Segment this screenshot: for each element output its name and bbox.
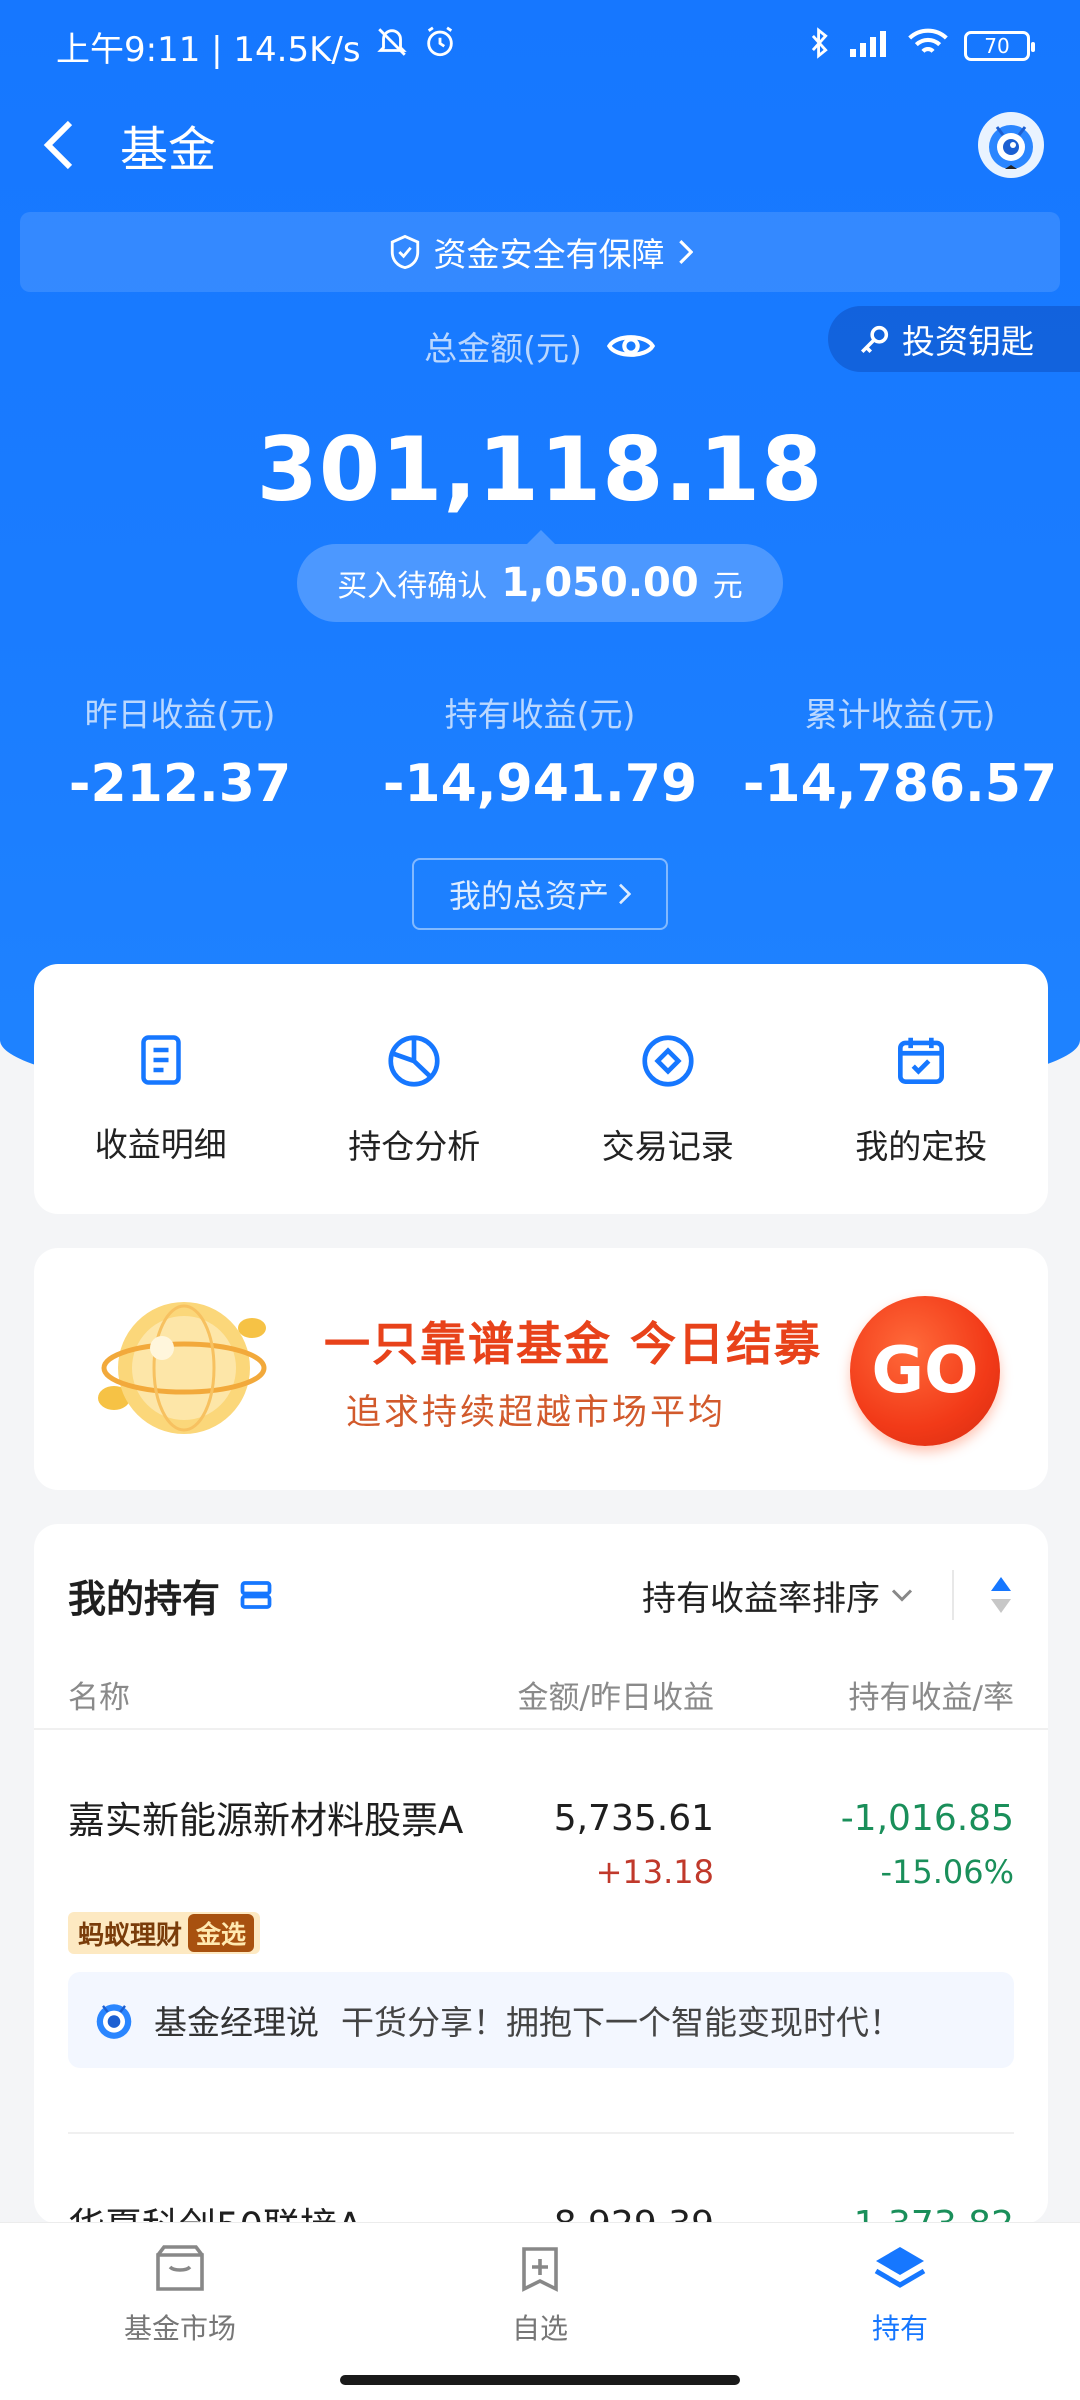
badge-tag: 金选 — [188, 1914, 255, 1952]
promo-banner[interactable]: 一只靠谱基金 今日结募 追求持续超越市场平均 GO — [34, 1248, 1048, 1490]
page-title: 基金 — [120, 122, 217, 178]
manager-source: 基金经理说 — [154, 2003, 319, 2042]
stat-value: -212.37 — [68, 754, 292, 814]
back-button[interactable] — [0, 100, 120, 190]
stat-yesterday-earnings[interactable]: 昨日收益(元) -212.37 — [0, 688, 360, 814]
stat-value: -14,941.79 — [382, 754, 698, 814]
earnings-stats: 昨日收益(元) -212.37 持有收益(元) -14,941.79 累计收益(… — [0, 688, 1080, 814]
add-bookmark-icon — [522, 2247, 558, 2292]
golden-globe-coins-illustration — [98, 1302, 267, 1434]
stat-label: 持有收益(元) — [444, 695, 636, 734]
mascot-icon — [96, 2004, 132, 2039]
ant-wealth-gold-badge: 蚂蚁理财 金选 — [68, 1912, 261, 1954]
stat-label: 累计收益(元) — [804, 695, 996, 734]
chevron-right-icon — [678, 240, 693, 264]
action-earnings-detail[interactable]: 收益明细 — [34, 964, 288, 1214]
fund-manager-says-banner[interactable]: 基金经理说 干货分享！拥抱下一个智能变现时代！ — [68, 1972, 1014, 2068]
fund-safety-banner[interactable]: 资金安全有保障 — [20, 212, 1060, 292]
go-button[interactable]: GO — [850, 1296, 1000, 1446]
quick-actions-card: 收益明细 持仓分析 交易记录 我的定投 — [34, 964, 1048, 1214]
signal-icon — [848, 27, 892, 66]
fund-holdings-screen: 上午9:11 | 14.5K/s 70 基金 资金安全有保障 投资钥匙 总金额(… — [0, 0, 1080, 2400]
document-icon — [141, 1035, 181, 1085]
status-time: 上午9:11 | 14.5K/s — [56, 29, 361, 70]
pending-buy-confirmation[interactable]: 买入待确认 1,050.00 元 — [297, 530, 783, 622]
tab-label: 持有 — [871, 2312, 928, 2345]
wifi-icon — [908, 27, 948, 66]
divider — [68, 2132, 1014, 2134]
total-assets-label: 我的总资产 — [448, 877, 609, 915]
stat-cumulative-earnings[interactable]: 累计收益(元) -14,786.57 — [720, 688, 1080, 814]
fund-holding-return: -1,016.85 — [840, 1798, 1014, 1839]
layers-icon — [874, 2247, 926, 2288]
total-amount-label-row: 总金额(元) — [0, 322, 1080, 370]
pie-chart-icon — [388, 1035, 440, 1087]
diamond-circle-icon — [642, 1035, 694, 1087]
safety-banner-text: 资金安全有保障 — [433, 235, 665, 274]
eye-icon[interactable] — [606, 328, 656, 364]
column-name: 名称 — [68, 1680, 130, 1716]
mute-bell-icon — [375, 25, 409, 68]
sort-label: 持有收益率排序 — [642, 1578, 880, 1619]
action-label: 收益明细 — [94, 1125, 227, 1164]
chevron-right-icon — [619, 883, 631, 905]
fund-yesterday-earnings: +13.18 — [595, 1853, 714, 1891]
promo-subtitle: 追求持续超越市场平均 — [346, 1393, 727, 1433]
tab-holdings[interactable]: 持有 — [720, 2223, 1080, 2352]
badge-text: 蚂蚁理财 — [78, 1920, 183, 1951]
bottom-tab-bar: 基金市场 自选 持有 — [0, 2222, 1080, 2352]
action-position-analysis[interactable]: 持仓分析 — [288, 964, 542, 1214]
tab-fund-market[interactable]: 基金市场 — [0, 2223, 360, 2352]
promo-title: 一只靠谱基金 今日结募 — [324, 1317, 823, 1371]
fund-amount: 5,735.61 — [553, 1798, 714, 1839]
list-layout-icon[interactable] — [238, 1579, 274, 1611]
manager-message: 干货分享！拥抱下一个智能变现时代！ — [341, 2003, 902, 2042]
sort-dropdown[interactable]: 持有收益率排序 — [642, 1571, 914, 1620]
chevron-down-icon — [891, 1589, 913, 1602]
stat-label: 昨日收益(元) — [84, 695, 276, 734]
fund-name: 嘉实新能源新材料股票A — [68, 1799, 464, 1842]
stat-holding-earnings[interactable]: 持有收益(元) -14,941.79 — [360, 688, 720, 814]
my-total-assets-button[interactable]: 我的总资产 — [412, 858, 668, 930]
fund-holding-rate: -15.06% — [880, 1853, 1014, 1891]
fund-amount-column: 5,735.61 +13.18 — [554, 1798, 714, 1891]
total-amount-label: 总金额(元) — [424, 329, 582, 368]
holdings-title: 我的持有 — [68, 1576, 221, 1621]
action-label: 交易记录 — [601, 1127, 734, 1166]
divider — [34, 1728, 1048, 1730]
fund-row[interactable]: 嘉实新能源新材料股票A 5,735.61 +13.18 -1,016.85 -1… — [68, 1794, 1014, 1954]
nav-bar: 基金 — [0, 100, 1080, 190]
tab-label: 自选 — [511, 2312, 568, 2345]
market-icon — [156, 2245, 204, 2291]
shield-check-icon — [390, 234, 419, 270]
calendar-check-icon — [898, 1037, 945, 1084]
stat-value: -14,786.57 — [742, 754, 1058, 814]
battery-indicator: 70 — [964, 31, 1035, 61]
action-my-auto-invest[interactable]: 我的定投 — [795, 964, 1049, 1214]
holdings-card: 我的持有 持有收益率排序 名称 金额/昨日收益 持有收益/率 嘉实新能源新材料股… — [34, 1524, 1048, 2240]
alarm-icon — [423, 25, 457, 68]
divider — [952, 1570, 954, 1620]
tab-watchlist[interactable]: 自选 — [360, 2223, 720, 2352]
pending-unit: 元 — [712, 569, 743, 604]
chevron-left-icon — [43, 120, 73, 170]
pending-amount: 1,050.00 — [501, 560, 699, 606]
fund-return-column: -1,016.85 -15.06% — [841, 1798, 1014, 1891]
mascot-assistant-icon[interactable] — [978, 112, 1044, 178]
holdings-column-headers: 名称 金额/昨日收益 持有收益/率 — [68, 1672, 1014, 1722]
column-return: 持有收益/率 — [848, 1680, 1014, 1716]
column-amount: 金额/昨日收益 — [517, 1680, 714, 1716]
tab-label: 基金市场 — [123, 2312, 236, 2345]
home-indicator[interactable] — [340, 2375, 740, 2385]
action-label: 持仓分析 — [348, 1127, 481, 1166]
sort-order-icon[interactable] — [988, 1575, 1014, 1615]
pending-label: 买入待确认 — [337, 569, 488, 604]
action-transaction-records[interactable]: 交易记录 — [541, 964, 795, 1214]
bluetooth-icon — [808, 26, 832, 67]
status-bar: 上午9:11 | 14.5K/s 70 — [0, 0, 1080, 92]
total-amount-value: 301,118.18 — [256, 418, 824, 521]
action-label: 我的定投 — [855, 1127, 988, 1166]
holdings-header: 我的持有 持有收益率排序 — [68, 1560, 1014, 1630]
